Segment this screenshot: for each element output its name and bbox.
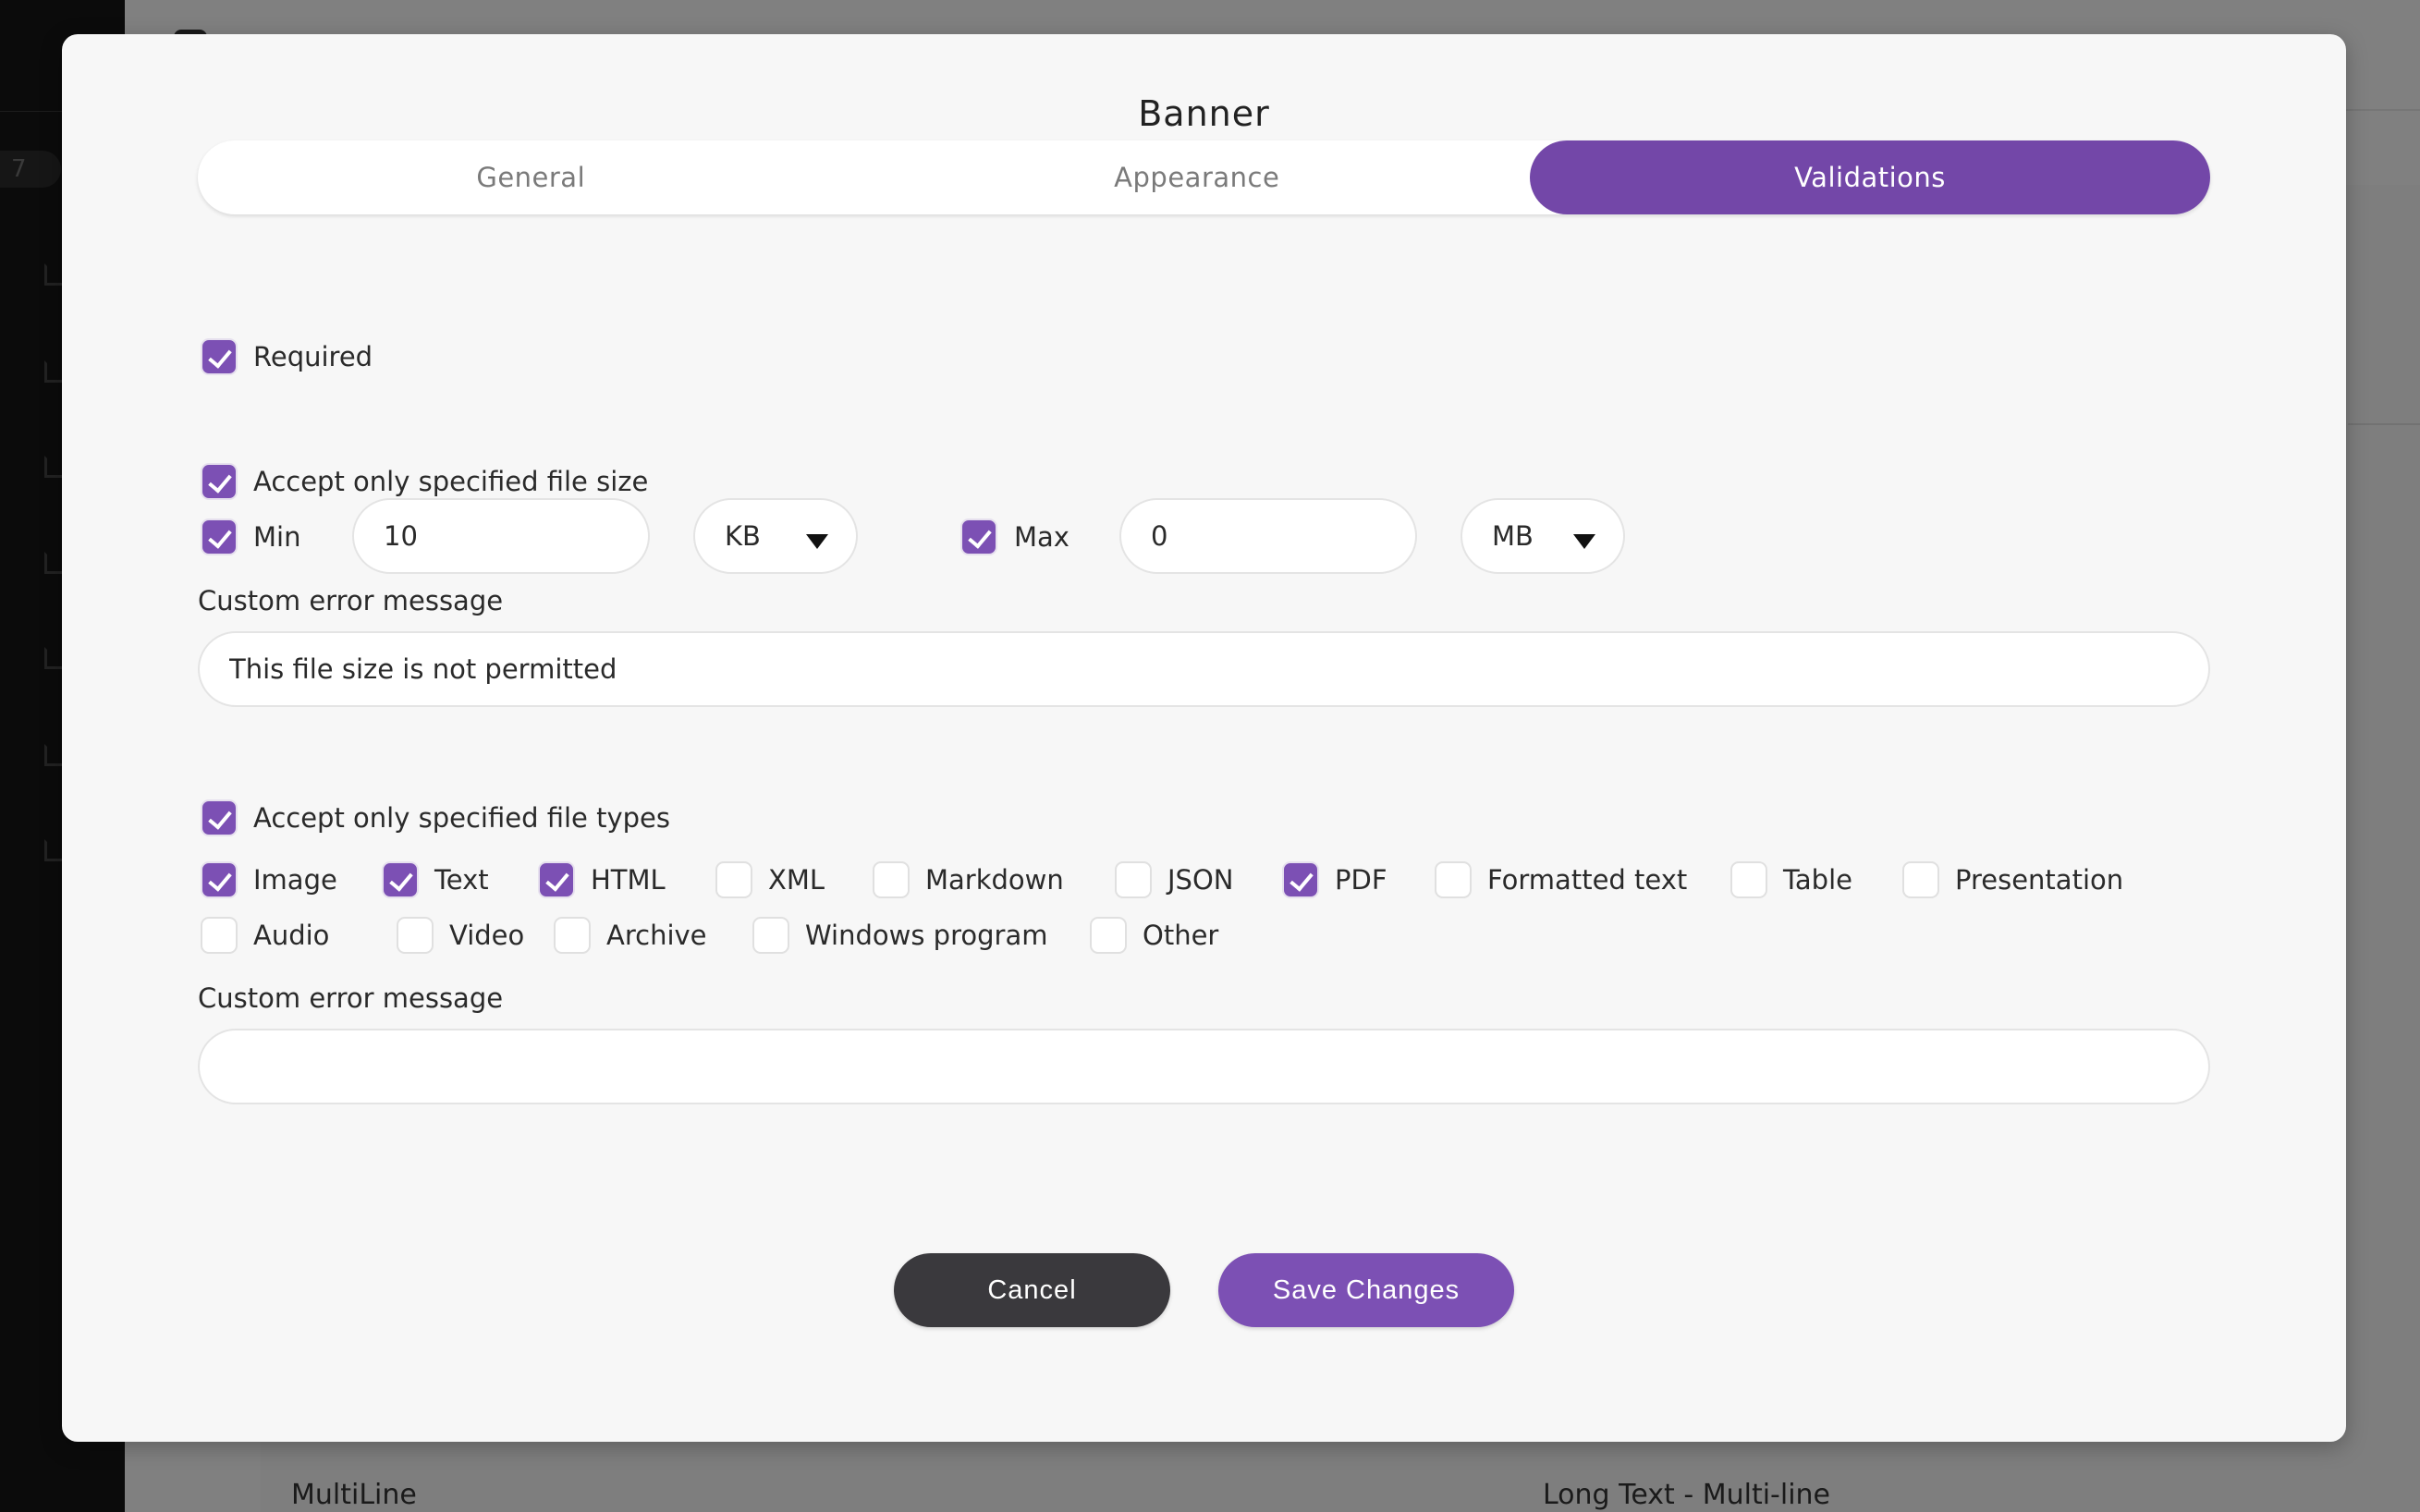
max-size-label: Max	[1014, 521, 1069, 553]
file-type-audio-label: Audio	[253, 920, 330, 951]
file-types-label: Accept only specified file types	[253, 802, 670, 834]
size-error-input[interactable]	[229, 653, 2208, 685]
file-type-archive-label: Archive	[606, 920, 707, 951]
chevron-down-icon	[806, 534, 828, 549]
file-type-json-checkbox[interactable]	[1115, 861, 1152, 898]
file-type-presentation-checkbox[interactable]	[1902, 861, 1939, 898]
size-error-input-wrap	[198, 631, 2210, 707]
tab-validations[interactable]: Validations	[1530, 140, 2210, 214]
types-error-input[interactable]	[229, 1051, 2208, 1082]
save-changes-button[interactable]: Save Changes	[1218, 1253, 1514, 1327]
file-type-other-label: Other	[1143, 920, 1219, 951]
file-type-xml-checkbox[interactable]	[715, 861, 752, 898]
file-type-html-checkbox[interactable]	[538, 861, 575, 898]
required-label: Required	[253, 341, 373, 372]
file-type-formatted-text-checkbox[interactable]	[1435, 861, 1472, 898]
tab-appearance[interactable]: Appearance	[864, 140, 1531, 214]
min-unit-select[interactable]: KB	[693, 498, 858, 574]
file-type-windows-program-label: Windows program	[805, 920, 1048, 951]
modal-title: Banner	[1138, 93, 1270, 134]
file-type-image-checkbox[interactable]	[201, 861, 238, 898]
file-type-text-checkbox[interactable]	[382, 861, 419, 898]
file-type-markdown-checkbox[interactable]	[873, 861, 910, 898]
max-size-input-wrap	[1119, 498, 1417, 574]
file-size-label: Accept only specified file size	[253, 466, 649, 497]
tab-bar: General Appearance Validations	[198, 140, 2210, 214]
background-field-type: Long Text - Multi-line	[1543, 1479, 1831, 1511]
file-type-xml-label: XML	[768, 864, 825, 896]
max-size-input[interactable]	[1151, 520, 1415, 552]
file-type-table-checkbox[interactable]	[1730, 861, 1767, 898]
file-type-windows-program-checkbox[interactable]	[752, 917, 789, 954]
file-type-text-label: Text	[434, 864, 489, 896]
tab-general[interactable]: General	[198, 140, 864, 214]
min-size-checkbox[interactable]	[201, 518, 238, 555]
file-types-checkbox[interactable]	[201, 799, 238, 836]
file-type-markdown-label: Markdown	[925, 864, 1064, 896]
file-type-video-checkbox[interactable]	[397, 917, 434, 954]
types-error-label: Custom error message	[198, 982, 504, 1014]
types-error-input-wrap	[198, 1029, 2210, 1104]
min-size-input-wrap	[352, 498, 650, 574]
min-size-input[interactable]	[384, 520, 648, 552]
file-type-pdf-label: PDF	[1335, 864, 1387, 896]
sidebar-badge: 7	[0, 151, 61, 188]
field-settings-modal: Banner General Appearance Validations Re…	[62, 34, 2346, 1442]
chevron-down-icon	[1573, 534, 1595, 549]
background-divider	[2348, 423, 2420, 425]
file-type-archive-checkbox[interactable]	[554, 917, 591, 954]
required-checkbox[interactable]	[201, 338, 238, 375]
file-size-checkbox[interactable]	[201, 463, 238, 500]
max-size-checkbox[interactable]	[960, 518, 997, 555]
min-size-label: Min	[253, 521, 301, 553]
file-type-html-label: HTML	[591, 864, 666, 896]
file-type-formatted-text-label: Formatted text	[1487, 864, 1688, 896]
file-type-video-label: Video	[449, 920, 525, 951]
file-type-image-label: Image	[253, 864, 337, 896]
min-unit-value: KB	[725, 520, 761, 552]
background-field-name: MultiLine	[291, 1479, 417, 1511]
file-type-presentation-label: Presentation	[1955, 864, 2124, 896]
file-type-table-label: Table	[1783, 864, 1852, 896]
file-type-json-label: JSON	[1167, 864, 1234, 896]
max-unit-select[interactable]: MB	[1461, 498, 1625, 574]
file-type-pdf-checkbox[interactable]	[1282, 861, 1319, 898]
max-unit-value: MB	[1492, 520, 1534, 552]
cancel-button[interactable]: Cancel	[894, 1253, 1170, 1327]
file-type-audio-checkbox[interactable]	[201, 917, 238, 954]
size-error-label: Custom error message	[198, 585, 504, 616]
file-type-other-checkbox[interactable]	[1090, 917, 1127, 954]
